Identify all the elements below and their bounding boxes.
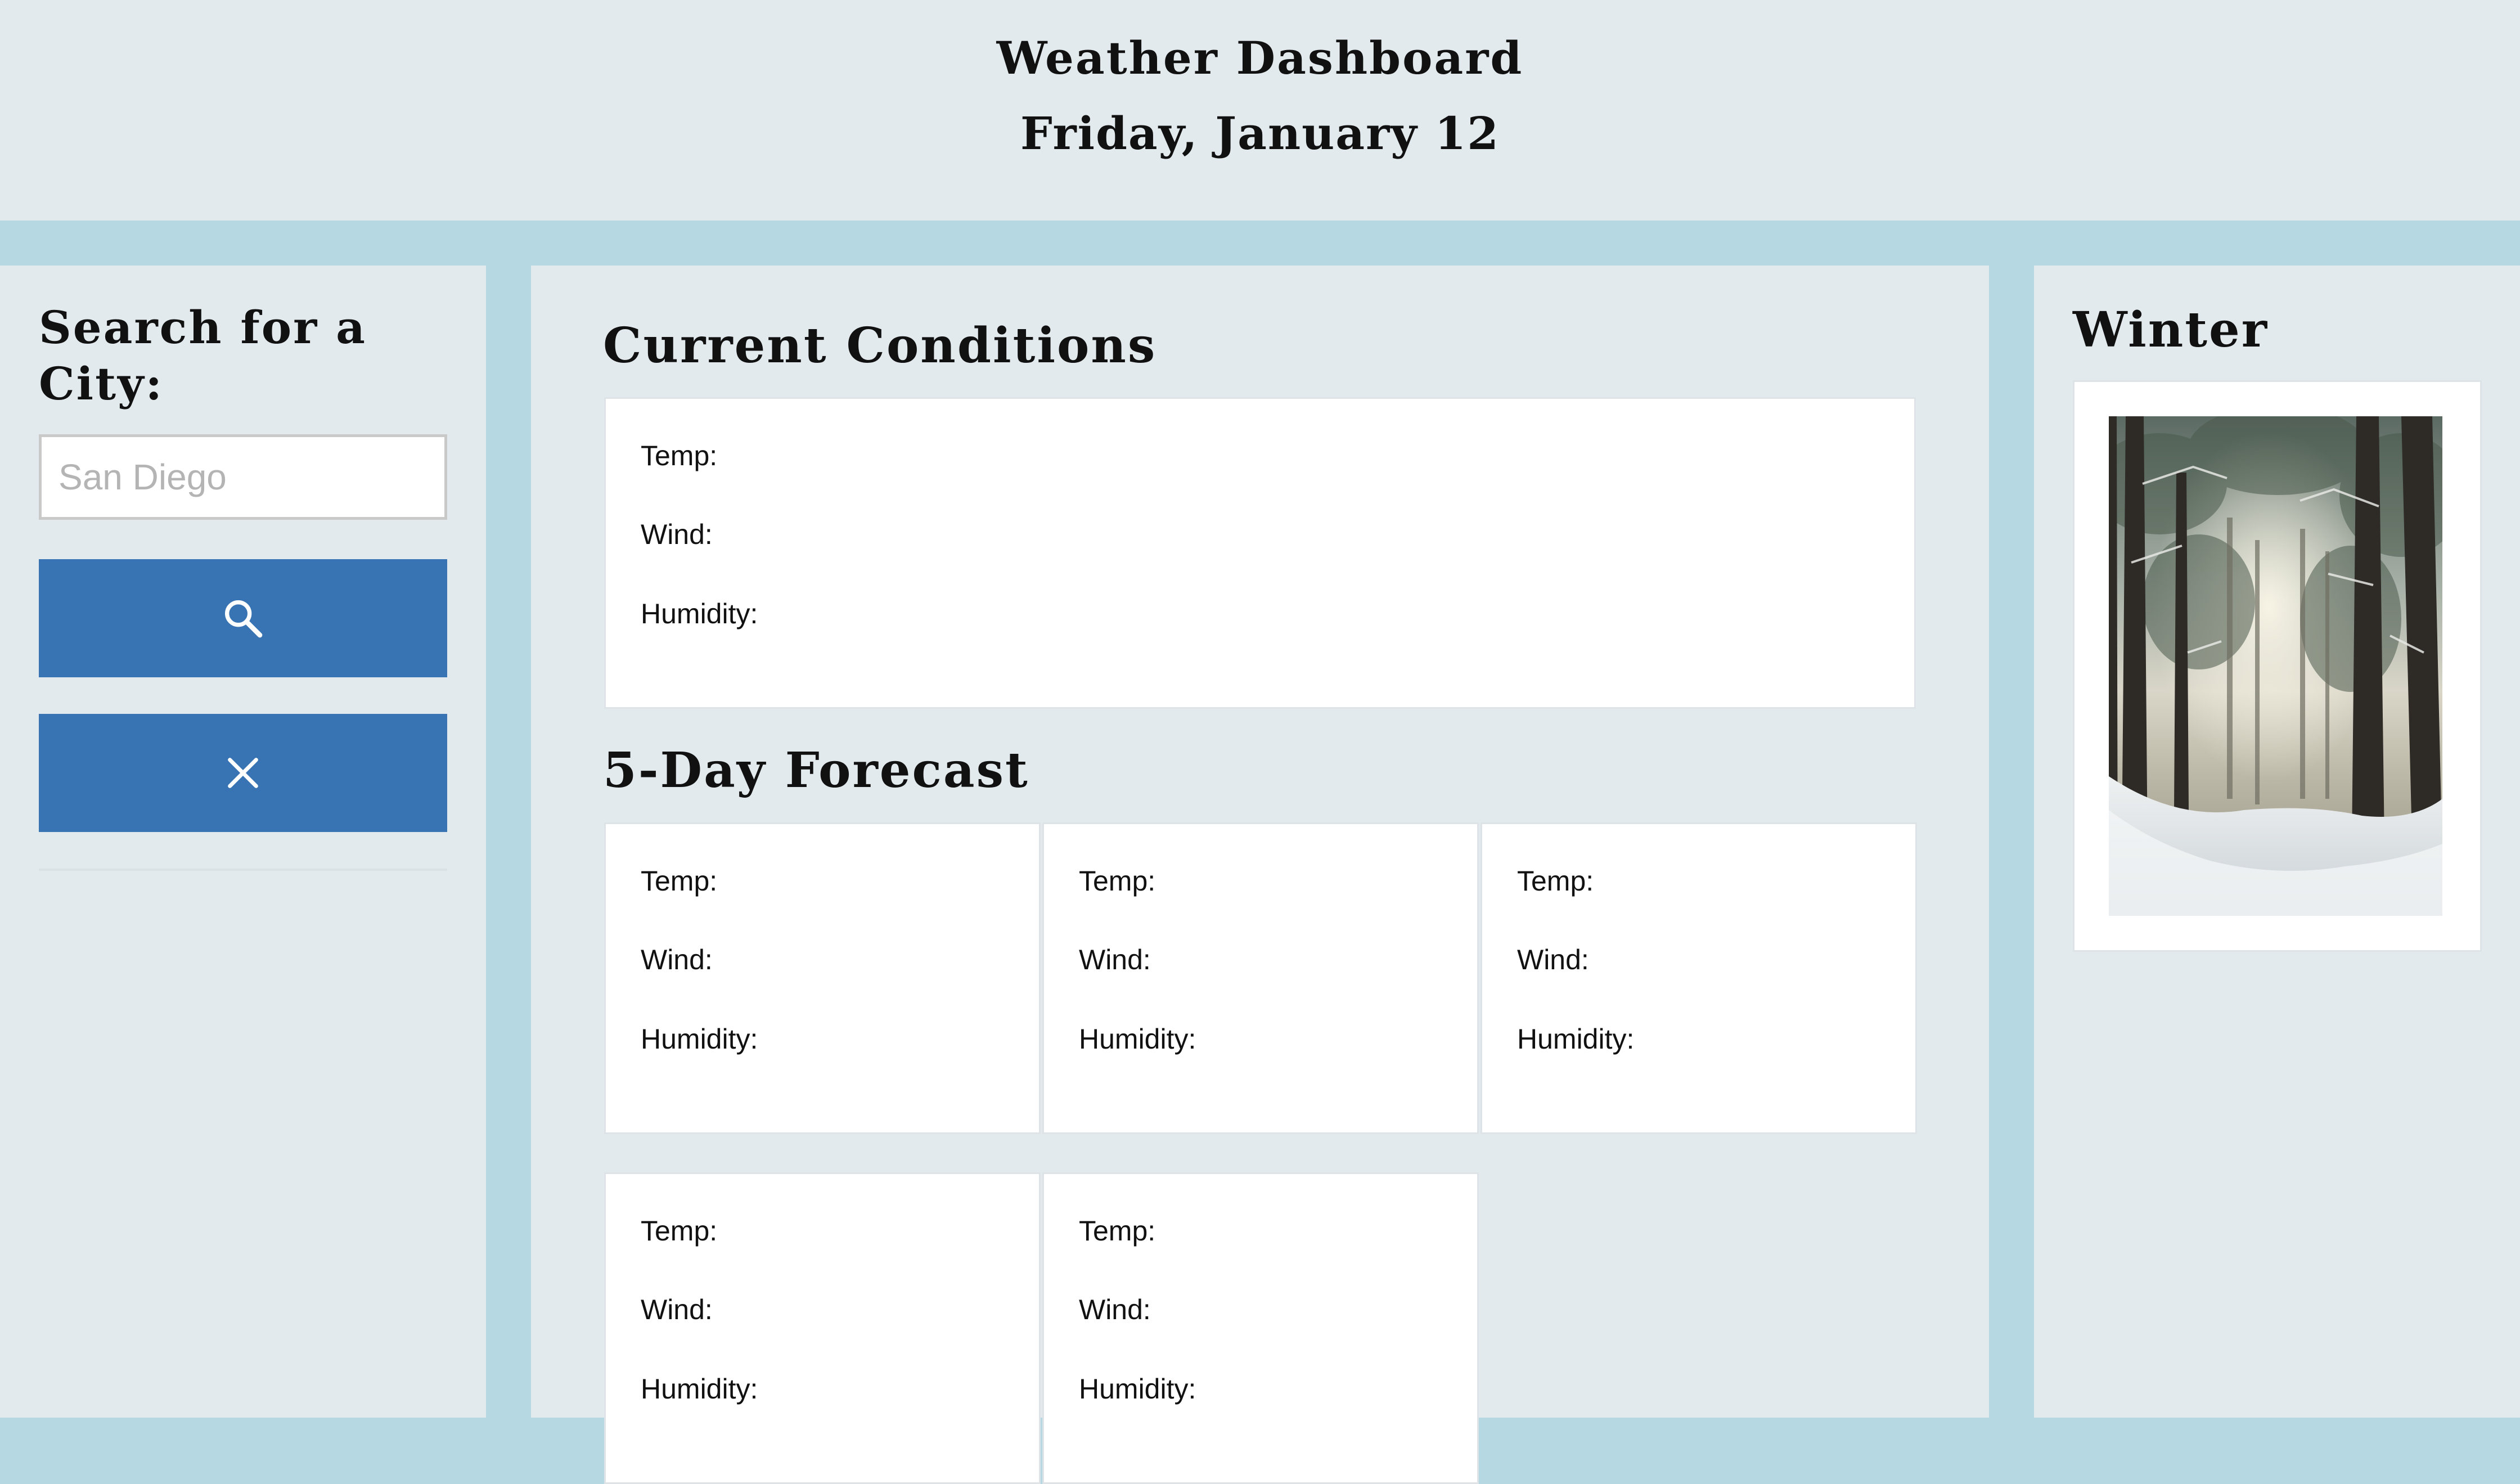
wind-label: Wind:	[1517, 944, 1589, 975]
search-icon	[225, 600, 263, 638]
temp-label: Temp:	[1079, 865, 1156, 897]
forecast-card: Temp: Wind: Humidity:	[604, 822, 1041, 1134]
search-history-divider	[39, 869, 447, 871]
humidity-label: Humidity:	[641, 1373, 758, 1405]
close-icon	[228, 758, 258, 788]
humidity-label: Humidity:	[641, 1023, 758, 1055]
forecast-heading: 5-Day Forecast	[603, 742, 1029, 799]
humidity-label: Humidity:	[641, 598, 758, 629]
search-heading: Search for a City:	[39, 301, 367, 410]
wind-label: Wind:	[1079, 1294, 1151, 1325]
wind-label: Wind:	[641, 519, 713, 550]
city-search-input[interactable]	[39, 434, 447, 520]
humidity-label: Humidity:	[1079, 1373, 1196, 1405]
current-conditions-card: Temp: Wind: Humidity:	[604, 397, 1916, 709]
wind-label: Wind:	[1079, 944, 1151, 975]
temp-label: Temp:	[641, 440, 718, 471]
season-heading: Winter	[2073, 302, 2269, 358]
page-title: Weather Dashboard	[996, 32, 1524, 84]
wind-label: Wind:	[641, 1294, 713, 1325]
forecast-card: Temp: Wind: Humidity:	[1042, 822, 1479, 1134]
wind-label: Wind:	[641, 944, 713, 975]
forecast-card: Temp: Wind: Humidity:	[1042, 1172, 1479, 1484]
forecast-card: Temp: Wind: Humidity:	[1480, 822, 1917, 1134]
season-image-frame	[2073, 380, 2482, 952]
current-conditions-heading: Current Conditions	[603, 317, 1157, 374]
snowy-forest-photo	[2109, 416, 2442, 916]
temp-label: Temp:	[1079, 1215, 1156, 1247]
search-button[interactable]	[39, 559, 447, 677]
season-panel: Winter	[2034, 266, 2520, 1418]
forecast-card: Temp: Wind: Humidity:	[604, 1172, 1041, 1484]
temp-label: Temp:	[1517, 865, 1594, 897]
page-header: Weather Dashboard Friday, January 12	[0, 0, 2520, 221]
humidity-label: Humidity:	[1079, 1023, 1196, 1055]
temp-label: Temp:	[641, 865, 718, 897]
clear-button[interactable]	[39, 714, 447, 832]
search-sidebar: Search for a City:	[0, 266, 486, 1418]
temp-label: Temp:	[641, 1215, 718, 1247]
current-date: Friday, January 12	[1020, 107, 1500, 160]
humidity-label: Humidity:	[1517, 1023, 1635, 1055]
